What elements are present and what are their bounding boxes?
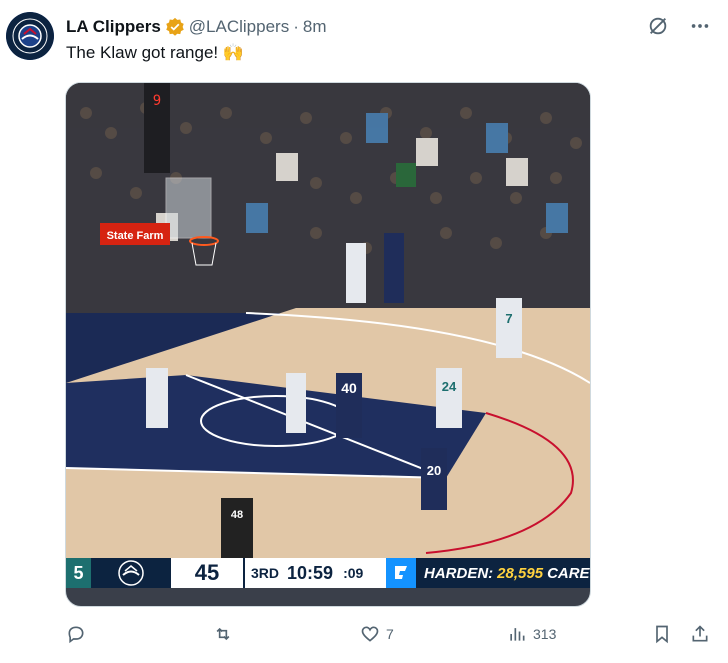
author-handle[interactable]: @LAClippers [189, 17, 289, 37]
quarter-label: 3RD [251, 565, 280, 581]
like-button[interactable]: 7 [360, 624, 394, 644]
more-options-icon[interactable] [688, 14, 712, 38]
tweet-text: The Klaw got range! 🙌 [66, 43, 244, 63]
jersey-40-number: 40 [341, 380, 357, 396]
verified-badge-icon [165, 17, 185, 37]
reply-button[interactable] [66, 624, 92, 644]
clippers-logo [6, 12, 54, 60]
jersey-24-number: 24 [442, 379, 457, 394]
share-button[interactable] [690, 624, 710, 644]
grok-icon[interactable] [646, 14, 670, 38]
jersey-20-number: 20 [427, 463, 441, 478]
retweet-icon [216, 627, 230, 641]
ticker-prefix: HARDEN: [424, 564, 494, 582]
game-clock-box: 3RD 10:59 :09 [243, 558, 386, 588]
tweet-body: The Klaw got range! [66, 43, 219, 62]
svg-text:9: 9 [153, 93, 161, 109]
clippers-scoreboard-logo-icon [91, 558, 171, 588]
separator-dot: · [293, 17, 299, 36]
heart-icon [361, 626, 379, 642]
ticker-suffix: CAREER POIN [547, 564, 590, 582]
timestamp[interactable]: 8m [303, 17, 327, 37]
fanduel-logo-icon [386, 558, 416, 588]
avatar[interactable] [6, 12, 54, 60]
clippers-score: 45 [171, 558, 243, 588]
scoreboard: 5 45 3RD 10:59 :09 HARDEN: 28,595 CAREER… [66, 558, 590, 588]
views-button[interactable]: 313 [507, 624, 556, 644]
view-count: 313 [533, 626, 557, 642]
raising-hands-emoji: 🙌 [222, 43, 245, 62]
tweet-header: LA Clippers @LAClippers · 8m [66, 16, 326, 38]
bookmark-icon [656, 625, 668, 644]
banner-text: State Farm [107, 230, 164, 242]
ticker-number: 28,595 [497, 564, 544, 582]
like-count: 7 [386, 626, 394, 642]
game-clock: 10:59 [287, 562, 334, 583]
tweet-top-actions [646, 14, 712, 38]
analytics-icon [510, 628, 525, 641]
referee-number: 48 [231, 509, 243, 521]
jersey-7-number: 7 [505, 311, 512, 326]
tweet-action-bar: 7 313 [0, 624, 728, 648]
retweet-button[interactable] [213, 624, 239, 644]
stat-ticker: HARDEN: 28,595 CAREER POIN [416, 558, 590, 588]
opponent-score-fragment: 5 [66, 558, 91, 588]
share-icon [692, 625, 708, 642]
basketball-scene: 9 State Farm 40 24 7 20 48 [66, 83, 590, 558]
author-name[interactable]: LA Clippers [66, 17, 161, 37]
tweet-video[interactable]: 9 State Farm 40 24 7 20 48 5 45 3RD 10:5… [65, 82, 591, 607]
shot-clock: :09 [343, 565, 364, 581]
bookmark-button[interactable] [652, 624, 672, 644]
reply-icon [68, 626, 84, 644]
